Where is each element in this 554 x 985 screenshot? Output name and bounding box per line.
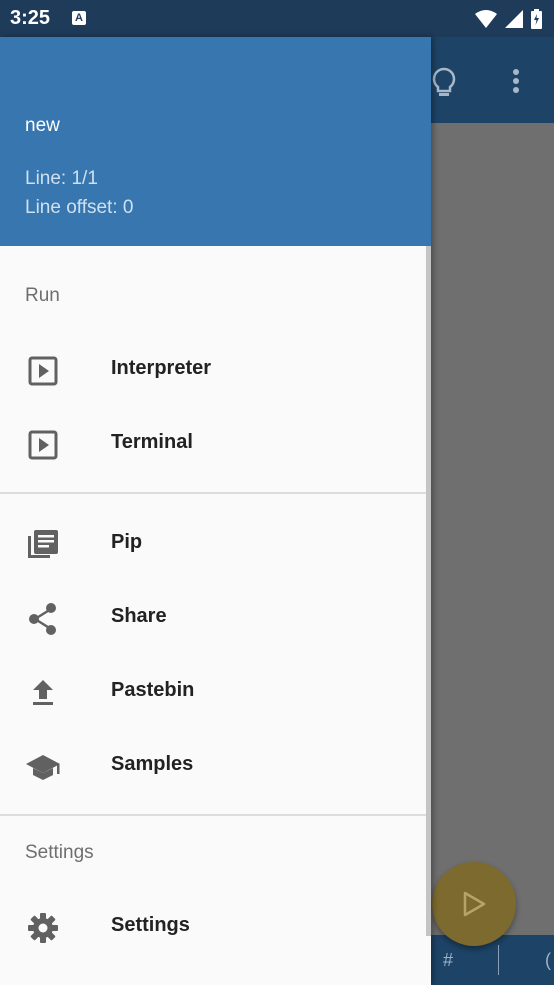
- play-box-icon: [28, 356, 58, 386]
- drawer-scrollbar[interactable]: [426, 246, 431, 936]
- menu-item-label: Interpreter: [111, 357, 212, 379]
- status-bar: 3:25 A: [0, 0, 554, 37]
- menu-item-settings[interactable]: Settings: [0, 890, 426, 964]
- menu-item-interpreter[interactable]: Interpreter: [0, 333, 426, 407]
- notification-icon: A: [72, 11, 86, 25]
- library-books-icon: [28, 530, 58, 558]
- menu-item-label: Share: [111, 605, 167, 627]
- play-box-icon: [28, 430, 58, 460]
- line-offset-info: Line offset: 0: [25, 197, 134, 218]
- section-title-settings: Settings: [25, 842, 94, 863]
- menu-item-label: Pip: [111, 531, 143, 553]
- more-vert-icon[interactable]: [512, 69, 520, 93]
- school-icon: [26, 755, 60, 780]
- symbol-paren-key[interactable]: (: [545, 950, 551, 971]
- section-title-run: Run: [25, 285, 60, 306]
- share-icon: [29, 603, 56, 635]
- symbol-separator: [498, 945, 499, 975]
- run-fab-button[interactable]: [432, 862, 516, 946]
- play-icon: [463, 891, 486, 917]
- divider: [0, 492, 426, 494]
- menu-item-pip[interactable]: Pip: [0, 507, 426, 581]
- menu-item-label: Terminal: [111, 431, 193, 453]
- gear-icon: [28, 913, 58, 943]
- divider: [0, 814, 426, 816]
- menu-item-label: Settings: [111, 914, 190, 936]
- menu-item-pastebin[interactable]: Pastebin: [0, 655, 426, 729]
- upload-icon: [33, 680, 53, 705]
- symbol-hash-key[interactable]: #: [443, 950, 453, 971]
- menu-item-label: Samples: [111, 753, 194, 775]
- status-time: 3:25: [10, 7, 51, 29]
- lightbulb-icon[interactable]: [431, 67, 457, 97]
- menu-item-samples[interactable]: Samples: [0, 729, 426, 803]
- navigation-drawer: new Line: 1/1 Line offset: 0 Run Interpr…: [0, 37, 431, 985]
- status-icons: [475, 9, 542, 29]
- menu-item-label: Pastebin: [111, 679, 195, 701]
- drawer-header: new Line: 1/1 Line offset: 0: [0, 37, 431, 246]
- line-info: Line: 1/1: [25, 168, 98, 189]
- menu-item-share[interactable]: Share: [0, 581, 426, 655]
- signal-icon: [505, 10, 523, 28]
- menu-item-terminal[interactable]: Terminal: [0, 407, 426, 481]
- wifi-icon: [475, 10, 497, 28]
- battery-icon: [531, 9, 542, 29]
- file-name: new: [25, 115, 60, 136]
